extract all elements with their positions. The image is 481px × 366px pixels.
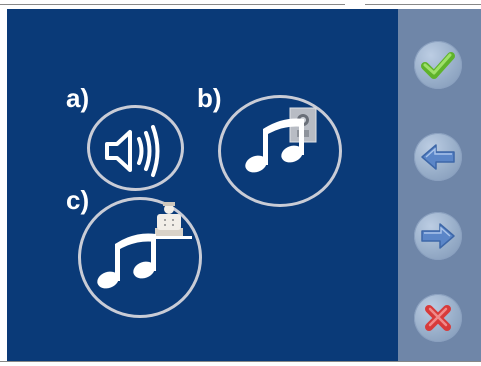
bottom-border — [0, 361, 481, 362]
top-border — [0, 4, 481, 5]
option-a-label: a) — [66, 83, 90, 113]
arrow-right-icon — [421, 223, 455, 249]
option-a-speaker-button[interactable] — [87, 105, 184, 191]
back-button[interactable] — [414, 133, 462, 181]
option-b-label: b) — [197, 83, 222, 113]
music-note-outdoor-panel-icon — [245, 107, 317, 173]
checkmark-icon — [421, 52, 455, 79]
concierge-icon — [144, 202, 192, 239]
forward-button[interactable] — [414, 212, 462, 260]
speaker-icon — [105, 125, 160, 177]
music-note-concierge-icon — [97, 202, 192, 289]
top-border-gap — [345, 3, 365, 6]
option-c-music-concierge-button[interactable] — [78, 197, 202, 318]
music-note-icon — [97, 233, 156, 289]
close-icon — [425, 305, 451, 331]
confirm-button[interactable] — [414, 41, 462, 89]
option-b-music-panel-button[interactable] — [218, 95, 342, 207]
arrow-left-icon — [421, 144, 455, 170]
cancel-button[interactable] — [414, 294, 462, 342]
